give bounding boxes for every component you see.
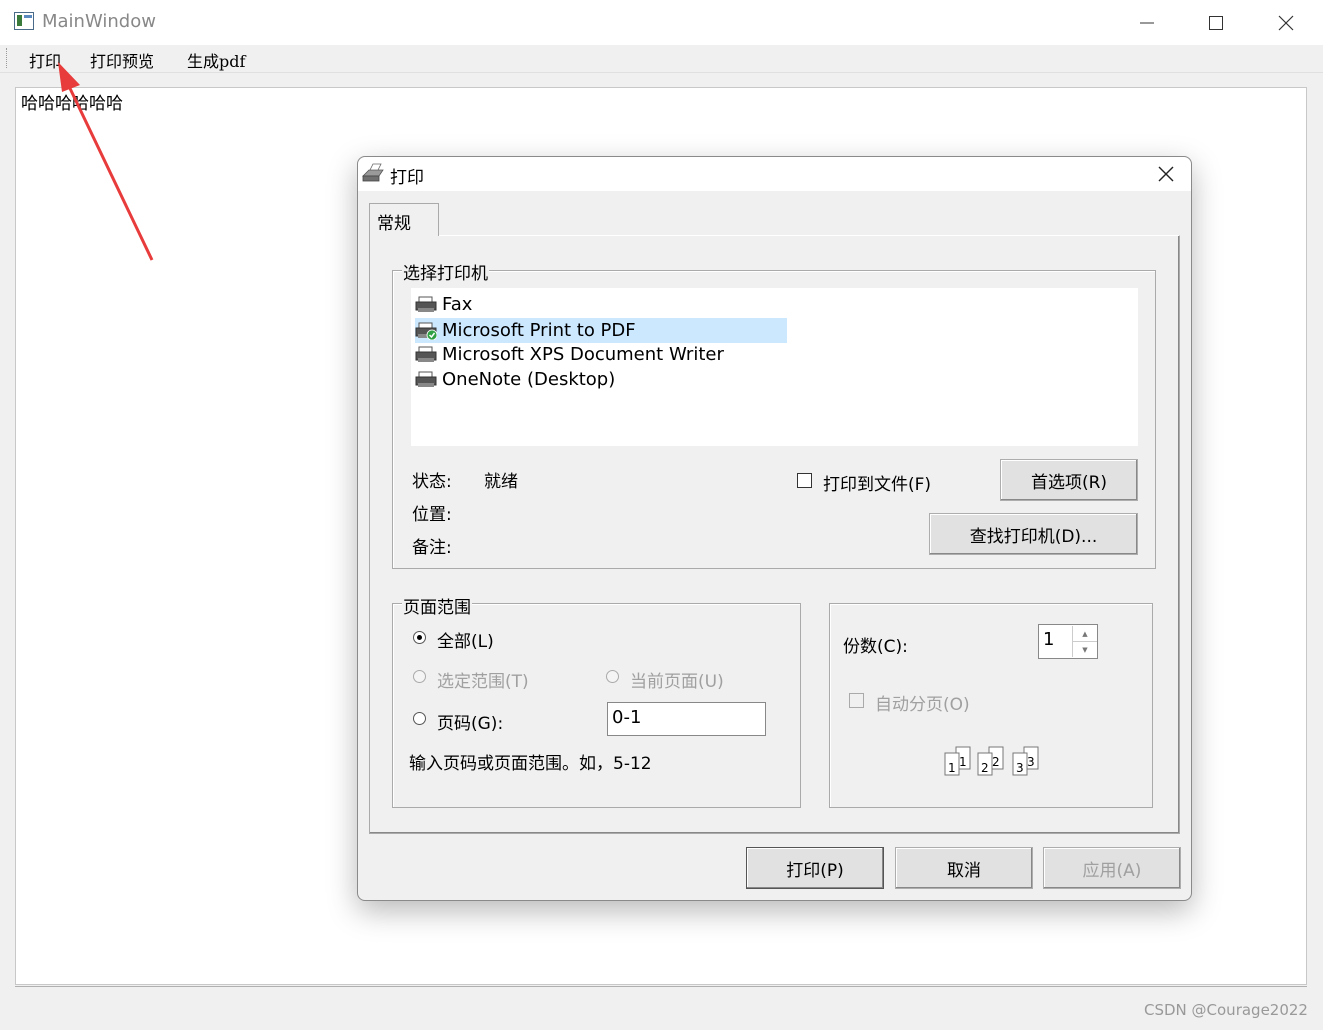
menu-print-preview[interactable]: 打印预览: [90, 48, 154, 72]
printer-name: Microsoft Print to PDF: [442, 320, 636, 341]
default-printer-icon: [415, 322, 438, 340]
menu-generate-pdf[interactable]: 生成pdf: [187, 48, 245, 72]
status-bar-divider: [15, 986, 1307, 987]
minimize-button[interactable]: [1113, 0, 1181, 45]
all-pages-radio[interactable]: [413, 631, 426, 644]
svg-text:2: 2: [992, 755, 1000, 769]
copies-label: 份数(C):: [843, 637, 908, 657]
window-title: MainWindow: [42, 11, 156, 32]
printer-icon: [362, 163, 384, 182]
cancel-button[interactable]: 取消: [895, 847, 1033, 889]
toolbar-grip[interactable]: [6, 48, 9, 68]
tab-general-label: 常规: [377, 214, 411, 234]
svg-text:3: 3: [1027, 755, 1035, 769]
print-button[interactable]: 打印(P): [746, 847, 884, 889]
collate-label: 自动分页(O): [875, 695, 970, 715]
printer-group-label: 选择打印机: [402, 259, 489, 284]
printer-icon: [415, 371, 437, 389]
page-numbers-radio[interactable]: [413, 712, 426, 725]
copies-value: 1: [1043, 629, 1055, 650]
maximize-icon: [1209, 15, 1223, 30]
printer-item-fax[interactable]: Fax: [415, 292, 787, 317]
close-icon: [1158, 166, 1174, 182]
collate-checkbox[interactable]: [849, 693, 864, 708]
copies-spin-up-button[interactable]: ▲: [1072, 626, 1097, 642]
printer-item-onenote[interactable]: OneNote (Desktop): [415, 367, 787, 392]
app-window-icon: [14, 12, 34, 30]
printer-item-xps-writer[interactable]: Microsoft XPS Document Writer: [415, 342, 787, 367]
svg-text:1: 1: [948, 761, 956, 775]
all-pages-label: 全部(L): [437, 632, 494, 652]
printer-name: OneNote (Desktop): [442, 369, 616, 390]
dialog-title: 打印: [390, 168, 424, 188]
selection-label: 选定范围(T): [437, 672, 529, 692]
editor-content: 哈哈哈哈哈哈: [21, 94, 123, 114]
page-numbers-input[interactable]: 0-1: [607, 702, 766, 736]
printer-icon: [415, 346, 437, 364]
current-page-label: 当前页面(U): [630, 672, 724, 692]
status-label: 状态:: [412, 472, 452, 492]
print-to-file-checkbox[interactable]: [797, 473, 812, 488]
menu-print[interactable]: 打印: [29, 48, 61, 72]
printer-item-microsoft-print-to-pdf[interactable]: Microsoft Print to PDF: [415, 318, 787, 343]
comment-label: 备注:: [412, 538, 452, 558]
maximize-button[interactable]: [1182, 0, 1250, 45]
location-label: 位置:: [412, 505, 452, 525]
selection-radio[interactable]: [413, 670, 426, 683]
preferences-button[interactable]: 首选项(R): [1000, 459, 1138, 501]
radio-dot: [417, 635, 422, 640]
printer-name: Microsoft XPS Document Writer: [442, 344, 724, 365]
close-button[interactable]: [1252, 0, 1320, 45]
dialog-title-bar: [358, 157, 1191, 191]
close-icon: [1278, 15, 1294, 30]
svg-text:2: 2: [981, 761, 989, 775]
dialog-close-button[interactable]: [1146, 158, 1186, 190]
print-to-file-label: 打印到文件(F): [823, 475, 932, 495]
printer-icon: [415, 296, 437, 314]
minimize-icon: [1140, 22, 1154, 23]
status-value: 就绪: [484, 472, 518, 492]
copies-spin-down-button[interactable]: ▼: [1072, 642, 1097, 657]
page-range-group-label: 页面范围: [402, 593, 472, 618]
watermark: CSDN @Courage2022: [1144, 1001, 1308, 1019]
apply-button[interactable]: 应用(A): [1043, 847, 1181, 889]
current-page-radio[interactable]: [606, 670, 619, 683]
page-range-hint: 输入页码或页面范围。如，5-12: [409, 754, 652, 774]
svg-text:3: 3: [1016, 761, 1024, 775]
printer-name: Fax: [442, 294, 473, 315]
page-numbers-label: 页码(G):: [437, 714, 504, 734]
find-printer-button[interactable]: 查找打印机(D)...: [929, 513, 1138, 555]
collate-illustration-icon: 1 1 2 2 3 3: [944, 746, 1039, 776]
svg-text:1: 1: [959, 755, 967, 769]
